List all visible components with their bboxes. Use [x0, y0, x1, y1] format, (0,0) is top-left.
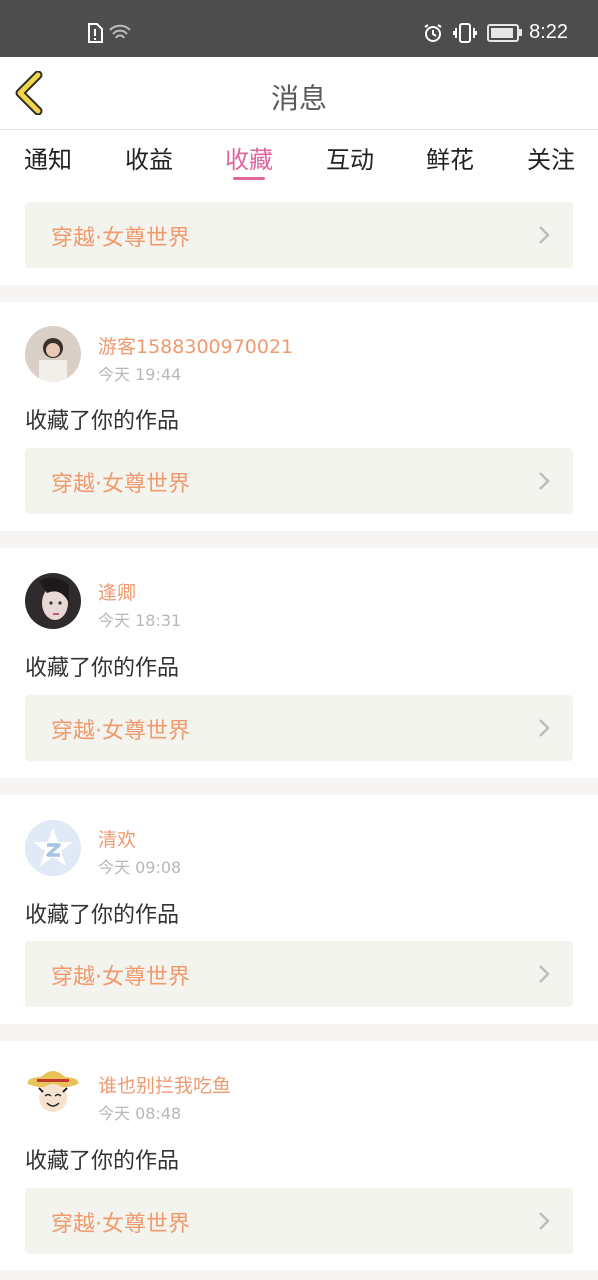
divider — [0, 1024, 598, 1041]
divider — [0, 778, 598, 795]
tab-interactions[interactable]: 互动 — [310, 140, 390, 175]
timestamp: 今天 18:31 — [98, 611, 182, 630]
work-card[interactable]: 穿越·女尊世界 — [25, 941, 573, 1007]
work-card[interactable]: 穿越·女尊世界 — [25, 695, 573, 761]
tab-bar: 通知 收益 收藏 互动 鲜花 关注 — [0, 130, 598, 188]
divider — [0, 531, 598, 548]
avatar[interactable] — [25, 326, 81, 382]
tab-notifications[interactable]: 通知 — [8, 140, 88, 175]
action-text: 收藏了你的作品 — [25, 656, 180, 681]
avatar[interactable] — [25, 820, 81, 876]
tab-earnings[interactable]: 收益 — [109, 140, 189, 175]
alarm-icon — [424, 23, 442, 42]
work-title: 穿越·女尊世界 — [51, 965, 190, 990]
divider — [0, 1270, 598, 1280]
status-time: 8:22 — [529, 21, 568, 43]
work-title: 穿越·女尊世界 — [51, 226, 190, 251]
username[interactable]: 清欢 — [98, 825, 136, 852]
work-card[interactable]: 穿越·女尊世界 — [25, 448, 573, 514]
timestamp: 今天 19:44 — [98, 365, 182, 384]
action-text: 收藏了你的作品 — [25, 1149, 180, 1174]
header: 消息 — [0, 57, 598, 130]
chevron-right-icon — [539, 472, 550, 490]
divider — [0, 285, 598, 302]
battery-icon — [487, 23, 523, 42]
tab-favorites[interactable]: 收藏 — [209, 140, 289, 175]
timestamp: 今天 08:48 — [98, 1104, 182, 1123]
avatar[interactable] — [25, 573, 81, 629]
work-title: 穿越·女尊世界 — [51, 719, 190, 744]
timestamp: 今天 09:08 — [98, 858, 182, 877]
page-title: 消息 — [270, 82, 327, 115]
sim-alert-icon — [88, 23, 103, 43]
action-text: 收藏了你的作品 — [25, 903, 180, 928]
work-title: 穿越·女尊世界 — [51, 1212, 190, 1237]
chevron-right-icon — [539, 965, 550, 983]
action-text: 收藏了你的作品 — [25, 409, 180, 434]
work-card[interactable]: 穿越·女尊世界 — [25, 202, 573, 268]
chevron-right-icon — [539, 719, 550, 737]
active-tab-indicator — [233, 177, 265, 180]
wifi-icon — [109, 24, 131, 39]
chevron-right-icon — [539, 226, 550, 244]
vibrate-icon — [453, 22, 478, 43]
status-bar: 8:22 — [0, 0, 598, 57]
chevron-right-icon — [539, 1212, 550, 1230]
avatar[interactable] — [25, 1066, 81, 1122]
username[interactable]: 游客1588300970021 — [98, 332, 293, 359]
work-title: 穿越·女尊世界 — [51, 472, 190, 497]
username[interactable]: 谁也别拦我吃鱼 — [98, 1071, 231, 1098]
work-card[interactable]: 穿越·女尊世界 — [25, 1188, 573, 1254]
username[interactable]: 逢卿 — [98, 578, 136, 605]
tab-following[interactable]: 关注 — [511, 140, 591, 175]
tab-flowers[interactable]: 鲜花 — [410, 140, 490, 175]
